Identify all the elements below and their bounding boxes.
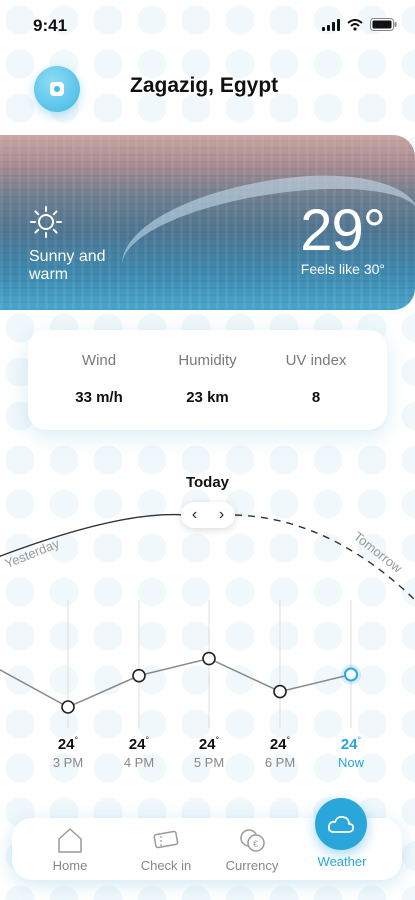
svg-text:€: €: [253, 839, 258, 849]
hour-point: [273, 684, 287, 699]
stat-label: Humidity: [178, 352, 237, 369]
feels-like: Feels like 30°: [300, 261, 385, 277]
hour-temp: 24°: [340, 735, 362, 753]
nav-item-weather[interactable]: [315, 798, 367, 850]
weather-hero-card: Sunny and warm 29° Feels like 30°: [0, 135, 415, 310]
current-temperature: 29°: [300, 198, 386, 263]
hour-time: 4 PM: [123, 755, 155, 770]
menu-button[interactable]: [34, 66, 80, 112]
sun-icon: [30, 206, 62, 238]
stat-uv-index: UV index 8: [271, 352, 361, 430]
hour-item[interactable]: 24° 6 PM: [245, 735, 315, 770]
hour-item[interactable]: 24° 5 PM: [174, 735, 244, 770]
signal-icon: [322, 18, 340, 31]
hour-point: [132, 668, 146, 683]
hour-time: 6 PM: [264, 755, 296, 770]
yesterday-label: Yesterday: [3, 535, 62, 571]
nav-label: Currency: [225, 858, 279, 873]
status-icons: [322, 18, 397, 31]
ticket-icon: [153, 830, 179, 849]
cloud-icon: [327, 815, 355, 833]
stat-humidity: Humidity 23 km: [163, 352, 253, 430]
hour-temp: 24°: [198, 735, 220, 753]
battery-icon: [370, 18, 397, 31]
location-title: Zagazig, Egypt: [130, 74, 279, 97]
home-icon: [58, 828, 82, 853]
stat-value: 23 km: [186, 389, 229, 406]
hour-point: [202, 651, 216, 666]
tomorrow-label: Tomorrow: [351, 529, 406, 576]
hour-temp: 24°: [128, 735, 150, 753]
hour-time: 3 PM: [52, 755, 84, 770]
currency-icon: €: [240, 829, 265, 852]
hour-temp: 24°: [269, 735, 291, 753]
stat-label: Wind: [81, 352, 117, 369]
header: Zagazig, Egypt: [0, 60, 415, 116]
condition-block: Sunny and warm: [29, 205, 139, 284]
temperature-line: [0, 657, 352, 708]
condition-text: Sunny and warm: [29, 248, 106, 283]
chevron-right-icon[interactable]: ›: [219, 506, 224, 524]
wifi-icon: [347, 18, 363, 31]
menu-icon: [50, 82, 64, 96]
hour-time: 5 PM: [193, 755, 225, 770]
stat-value: 33 m/h: [75, 389, 123, 406]
hourly-timeline: Today Yesterday Tomorrow ‹ › 24° 3 PM 24…: [0, 470, 415, 790]
stat-label: UV index: [285, 352, 347, 369]
chevron-left-icon[interactable]: ‹: [192, 506, 197, 524]
hour-item[interactable]: 24° 4 PM: [104, 735, 174, 770]
nav-item-check-in[interactable]: Check in: [126, 826, 206, 873]
nav-item-home[interactable]: Home: [30, 826, 110, 873]
hour-item-now[interactable]: 24° Now: [316, 735, 386, 770]
nav-item-currency[interactable]: € Currency: [212, 826, 292, 873]
status-time: 9:41: [33, 16, 68, 35]
bottom-nav: Home Check in € Currency Weather: [12, 798, 402, 880]
nav-label: Check in: [140, 858, 192, 873]
day-switcher[interactable]: ‹ ›: [181, 502, 235, 528]
hour-time: Now: [337, 755, 364, 770]
hour-point: [61, 700, 75, 714]
stat-wind: Wind 33 m/h: [54, 352, 144, 430]
hour-temp: 24°: [57, 735, 79, 753]
nav-label-weather: Weather: [317, 854, 367, 869]
hour-point-now: [344, 667, 358, 682]
hour-item[interactable]: 24° 3 PM: [33, 735, 103, 770]
status-bar: 9:41: [0, 0, 415, 54]
stat-value: 8: [311, 389, 321, 406]
nav-label: Home: [52, 858, 88, 873]
stats-card: Wind 33 m/h Humidity 23 km UV index 8: [28, 330, 387, 430]
